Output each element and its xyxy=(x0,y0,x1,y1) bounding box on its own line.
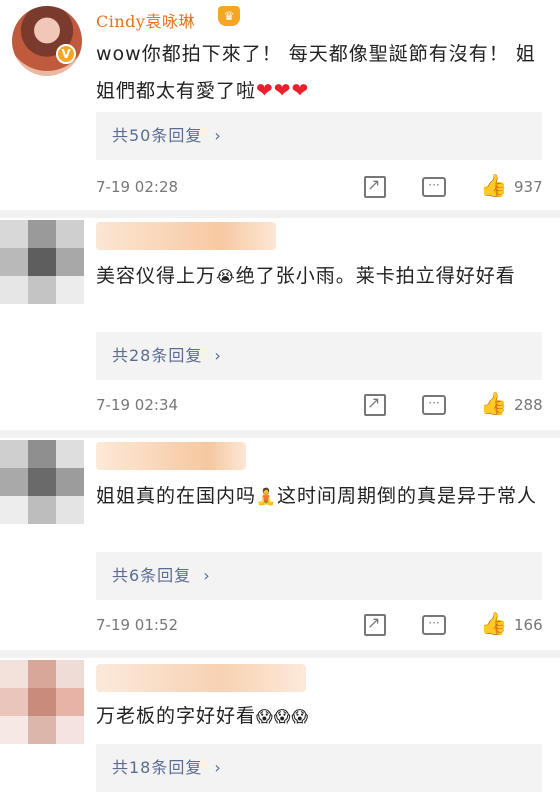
chevron-right-icon: › xyxy=(203,566,211,585)
avatar[interactable] xyxy=(12,6,82,76)
meditating-person-icon: 🧘 xyxy=(256,486,277,506)
comment-item: 万老板的字好好看😱😱😱 共18条回复 › xyxy=(0,658,560,800)
comment-body-end: 这时间周期倒的真是异于常人 xyxy=(276,485,537,507)
divider xyxy=(0,650,560,658)
comment-text: 美容仪得上万😭绝了张小雨。莱卡拍立得好好看 xyxy=(96,258,544,294)
crying-face-icon: 😭 xyxy=(216,266,236,286)
view-replies-button[interactable]: 共18条回复 › xyxy=(96,744,542,792)
crown-icon: ♛ xyxy=(218,6,240,26)
share-icon[interactable] xyxy=(364,393,386,416)
replies-label: 共50条回复 xyxy=(112,126,203,145)
divider xyxy=(0,210,560,218)
thumbs-up-icon[interactable]: 👍 xyxy=(480,174,507,199)
view-replies-button[interactable]: 共28条回复 › xyxy=(96,332,542,380)
comment-body: wow你都拍下來了！ 每天都像聖誕節有沒有！ 姐姐們都太有愛了啦 xyxy=(96,43,536,102)
username-blurred[interactable] xyxy=(96,222,276,250)
chevron-right-icon: › xyxy=(214,346,222,365)
username[interactable]: Cindy袁咏琳 xyxy=(96,8,195,32)
comment-icon[interactable]: ··· xyxy=(422,395,446,415)
comment-text: 万老板的字好好看😱😱😱 xyxy=(96,698,544,734)
comment-icon[interactable]: ··· xyxy=(422,615,446,635)
verified-badge-icon: V xyxy=(56,44,76,64)
comment-item: 美容仪得上万😭绝了张小雨。莱卡拍立得好好看 共28条回复 › 7-19 02:34… xyxy=(0,218,560,430)
thumbs-up-icon[interactable]: 👍 xyxy=(480,612,507,637)
replies-label: 共28条回复 xyxy=(112,346,203,365)
timestamp: 7-19 01:52 xyxy=(96,616,179,634)
comment-body: 万老板的字好好看 xyxy=(96,705,257,727)
avatar[interactable] xyxy=(0,660,84,744)
comment-meta: 7-19 02:28 ··· 👍 937 xyxy=(96,174,543,202)
divider xyxy=(0,430,560,438)
comment-text: 姐姐真的在国内吗🧘这时间周期倒的真是异于常人 xyxy=(96,478,544,514)
replies-label: 共6条回复 xyxy=(112,566,192,585)
username-blurred[interactable] xyxy=(96,664,306,692)
timestamp: 7-19 02:28 xyxy=(96,178,179,196)
username-blurred[interactable] xyxy=(96,442,246,470)
comment-item: V Cindy袁咏琳 ♛ wow你都拍下來了！ 每天都像聖誕節有沒有！ 姐姐們都… xyxy=(0,0,560,210)
share-icon[interactable] xyxy=(364,613,386,636)
avatar[interactable] xyxy=(0,220,84,304)
view-replies-button[interactable]: 共50条回复 › xyxy=(96,112,542,160)
replies-label: 共18条回复 xyxy=(112,758,203,777)
comment-body-end: 绝了张小雨。莱卡拍立得好好看 xyxy=(235,265,516,287)
comment-body-start: 姐姐真的在国内吗 xyxy=(96,485,257,507)
comment-item: 姐姐真的在国内吗🧘这时间周期倒的真是异于常人 共6条回复 › 7-19 01:52… xyxy=(0,438,560,650)
timestamp: 7-19 02:34 xyxy=(96,396,179,414)
like-count: 288 xyxy=(514,396,543,414)
comment-meta: 7-19 02:34 ··· 👍 288 xyxy=(96,392,543,420)
comment-body-start: 美容仪得上万 xyxy=(96,265,217,287)
like-count: 166 xyxy=(514,616,543,634)
screaming-face-icon: 😱😱😱 xyxy=(256,706,310,726)
share-icon[interactable] xyxy=(364,175,386,198)
heart-icon: ❤❤❤ xyxy=(256,78,310,102)
thumbs-up-icon[interactable]: 👍 xyxy=(480,392,507,417)
chevron-right-icon: › xyxy=(214,126,222,145)
like-count: 937 xyxy=(514,178,543,196)
chevron-right-icon: › xyxy=(214,758,222,777)
comment-meta: 7-19 01:52 ··· 👍 166 xyxy=(96,612,543,640)
view-replies-button[interactable]: 共6条回复 › xyxy=(96,552,542,600)
comment-text: wow你都拍下來了！ 每天都像聖誕節有沒有！ 姐姐們都太有愛了啦❤❤❤ xyxy=(96,36,544,109)
comment-icon[interactable]: ··· xyxy=(422,177,446,197)
avatar[interactable] xyxy=(0,440,84,524)
